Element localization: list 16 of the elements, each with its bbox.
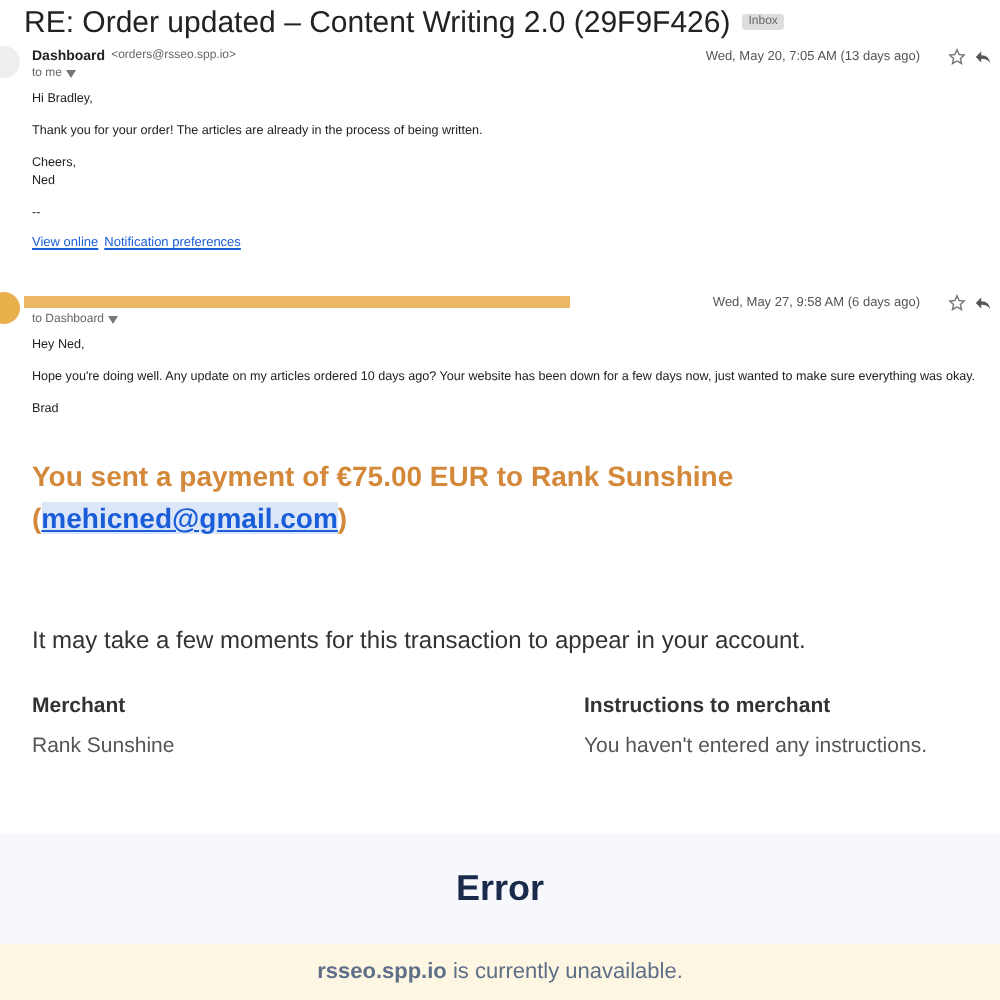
error-title: Error — [455, 868, 544, 910]
reply-icon[interactable] — [974, 293, 992, 311]
thread-title: RE: Order updated – Content Writing 2.0 (29F9F426) — [24, 5, 731, 39]
paren-text: ) — [337, 502, 348, 534]
detail-value: You haven't entered any instructions. — [584, 734, 929, 758]
status-message: rsseo.spp.io is currently unavailable. — [317, 960, 683, 984]
paren-text: ( — [32, 502, 42, 534]
reply-icon[interactable] — [974, 47, 992, 65]
detail-value: Rank Sunshine — [32, 734, 177, 758]
detail-label: Instructions to merchant — [584, 694, 833, 718]
star-icon[interactable] — [948, 293, 966, 311]
email-link[interactable]: mehicned@gmail.com — [41, 502, 338, 534]
star-icon[interactable] — [948, 47, 966, 65]
detail-label: Merchant — [32, 694, 128, 718]
payment-heading: You sent a payment of €75.00 EUR to Rank Sunshine — [32, 458, 736, 496]
payment-note: It may take a few moments for this transaction to appear in your account. — [32, 626, 808, 654]
